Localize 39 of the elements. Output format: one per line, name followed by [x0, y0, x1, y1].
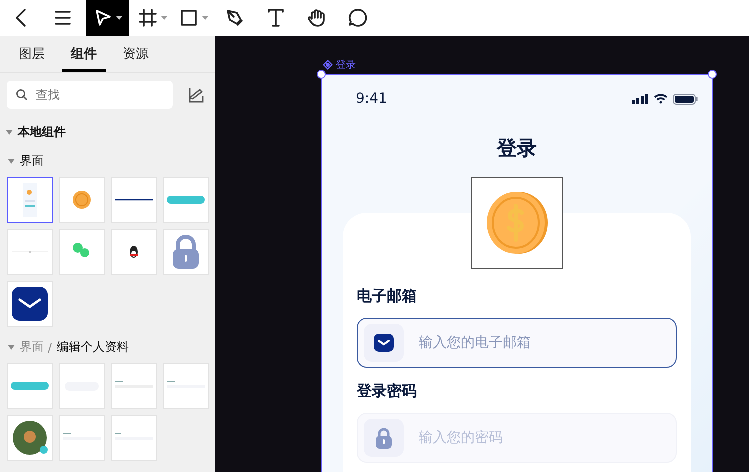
component-icon: [323, 60, 333, 70]
panel-tab[interactable]: 组件: [62, 36, 106, 72]
caret-icon: [161, 16, 168, 20]
lock-icon: [375, 427, 393, 449]
path-separator: /: [48, 340, 52, 354]
caret-icon: [116, 16, 123, 20]
expand-caret-icon[interactable]: [6, 130, 13, 135]
panel-tab[interactable]: 图层: [10, 36, 54, 72]
wifi-icon: [654, 94, 668, 104]
frame-icon: [137, 7, 159, 29]
search-icon: [16, 89, 28, 101]
edit-icon[interactable]: [187, 86, 205, 104]
group-title: 界面: [20, 339, 44, 356]
rectangle-icon: [178, 7, 200, 29]
input-field[interactable]: 输入您的电子邮箱: [357, 318, 677, 368]
frame-label[interactable]: 登录: [323, 58, 356, 72]
expand-caret-icon[interactable]: [8, 159, 15, 164]
hand-icon: [306, 7, 328, 29]
battery-icon: [673, 94, 698, 104]
group-title: 界面: [20, 153, 44, 170]
component-thumbnail[interactable]: [7, 177, 53, 223]
status-time: 9:41: [356, 91, 388, 107]
comment-icon: [346, 7, 368, 29]
signal-icon: [632, 94, 649, 104]
expand-caret-icon[interactable]: [8, 345, 15, 350]
resize-handle[interactable]: [708, 70, 717, 79]
mail-icon: [374, 334, 394, 352]
resize-handle[interactable]: [317, 70, 326, 79]
field-label: 电子邮箱: [357, 287, 418, 306]
group-title: 编辑个人资料: [57, 339, 130, 356]
field-label: 登录密码: [357, 382, 418, 401]
section-title: 本地组件: [18, 124, 66, 141]
panel-tab[interactable]: 资源: [114, 36, 158, 72]
pointer-tool[interactable]: [86, 0, 129, 36]
coin-image[interactable]: [471, 177, 563, 269]
page-title: 登录: [497, 135, 537, 162]
frame-name: 登录: [336, 59, 356, 72]
search-field[interactable]: 查找: [7, 81, 173, 109]
caret-icon: [202, 16, 209, 20]
